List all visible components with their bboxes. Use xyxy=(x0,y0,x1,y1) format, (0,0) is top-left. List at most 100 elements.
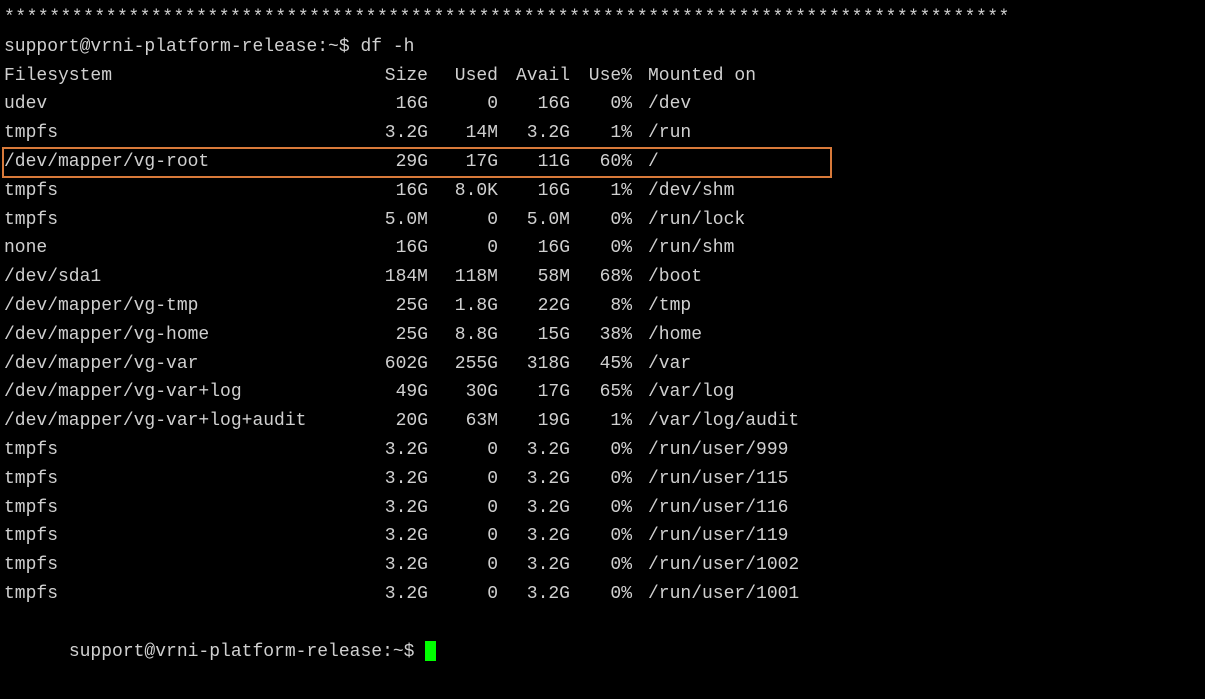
cell-filesystem: /dev/mapper/vg-var+log xyxy=(4,378,364,407)
cell-filesystem: tmpfs xyxy=(4,522,364,551)
cell-used: 0 xyxy=(434,551,504,580)
cell-used: 0 xyxy=(434,522,504,551)
cell-use: 0% xyxy=(576,234,638,263)
cell-used: 118M xyxy=(434,263,504,292)
header-avail: Avail xyxy=(504,62,576,91)
cell-filesystem: udev xyxy=(4,90,364,119)
header-used: Used xyxy=(434,62,504,91)
cell-used: 0 xyxy=(434,494,504,523)
cell-mount: /var/log/audit xyxy=(638,407,805,436)
cell-filesystem: tmpfs xyxy=(4,436,364,465)
cell-mount: /dev/shm xyxy=(638,177,805,206)
cell-avail: 3.2G xyxy=(504,119,576,148)
cell-filesystem: tmpfs xyxy=(4,206,364,235)
prompt-line[interactable]: support@vrni-platform-release:~$ xyxy=(4,609,1201,695)
cell-size: 16G xyxy=(364,234,434,263)
cell-avail: 16G xyxy=(504,177,576,206)
cell-use: 1% xyxy=(576,407,638,436)
cell-used: 63M xyxy=(434,407,504,436)
cell-avail: 17G xyxy=(504,378,576,407)
cell-mount: /run/user/1002 xyxy=(638,551,805,580)
cell-size: 3.2G xyxy=(364,465,434,494)
cell-size: 184M xyxy=(364,263,434,292)
cell-filesystem: none xyxy=(4,234,364,263)
table-row: tmpfs5.0M05.0M0%/run/lock xyxy=(4,206,805,235)
prompt-text: support@vrni-platform-release:~$ xyxy=(69,642,425,662)
table-row: tmpfs3.2G03.2G0%/run/user/1001 xyxy=(4,580,805,609)
cell-size: 3.2G xyxy=(364,551,434,580)
cell-size: 3.2G xyxy=(364,436,434,465)
table-row: none16G016G0%/run/shm xyxy=(4,234,805,263)
table-row: tmpfs3.2G03.2G0%/run/user/115 xyxy=(4,465,805,494)
table-row: tmpfs3.2G03.2G0%/run/user/116 xyxy=(4,494,805,523)
table-row: tmpfs3.2G03.2G0%/run/user/119 xyxy=(4,522,805,551)
cell-use: 1% xyxy=(576,119,638,148)
cell-avail: 58M xyxy=(504,263,576,292)
command-line: support@vrni-platform-release:~$ df -h xyxy=(4,33,1201,62)
cell-mount: /run/user/115 xyxy=(638,465,805,494)
cell-use: 68% xyxy=(576,263,638,292)
cell-avail: 3.2G xyxy=(504,465,576,494)
cell-used: 17G xyxy=(434,148,504,177)
header-mount: Mounted on xyxy=(638,62,805,91)
cell-used: 30G xyxy=(434,378,504,407)
cell-avail: 19G xyxy=(504,407,576,436)
cell-size: 3.2G xyxy=(364,580,434,609)
table-header: Filesystem Size Used Avail Use% Mounted … xyxy=(4,62,805,91)
cell-mount: /var xyxy=(638,350,805,379)
cell-filesystem: tmpfs xyxy=(4,465,364,494)
table-row: tmpfs16G8.0K16G1%/dev/shm xyxy=(4,177,805,206)
cell-used: 0 xyxy=(434,206,504,235)
cell-filesystem: /dev/sda1 xyxy=(4,263,364,292)
cell-mount: / xyxy=(638,148,805,177)
cell-mount: /dev xyxy=(638,90,805,119)
cell-mount: /run/user/1001 xyxy=(638,580,805,609)
table-row: /dev/mapper/vg-var+log49G30G17G65%/var/l… xyxy=(4,378,805,407)
cell-used: 8.8G xyxy=(434,321,504,350)
cell-size: 5.0M xyxy=(364,206,434,235)
cell-filesystem: /dev/mapper/vg-tmp xyxy=(4,292,364,321)
table-row: udev16G016G0%/dev xyxy=(4,90,805,119)
table-row: /dev/sda1184M118M58M68%/boot xyxy=(4,263,805,292)
header-use: Use% xyxy=(576,62,638,91)
cell-used: 0 xyxy=(434,436,504,465)
cell-use: 0% xyxy=(576,206,638,235)
cell-mount: /tmp xyxy=(638,292,805,321)
cell-size: 20G xyxy=(364,407,434,436)
cell-use: 0% xyxy=(576,494,638,523)
cell-size: 49G xyxy=(364,378,434,407)
cell-avail: 15G xyxy=(504,321,576,350)
cell-size: 3.2G xyxy=(364,494,434,523)
cell-used: 1.8G xyxy=(434,292,504,321)
cell-size: 602G xyxy=(364,350,434,379)
cell-filesystem: tmpfs xyxy=(4,494,364,523)
cell-use: 8% xyxy=(576,292,638,321)
cell-use: 0% xyxy=(576,465,638,494)
cell-used: 0 xyxy=(434,465,504,494)
cell-filesystem: /dev/mapper/vg-var xyxy=(4,350,364,379)
cell-avail: 11G xyxy=(504,148,576,177)
cell-avail: 16G xyxy=(504,234,576,263)
cell-mount: /run xyxy=(638,119,805,148)
header-size: Size xyxy=(364,62,434,91)
cell-used: 0 xyxy=(434,90,504,119)
cell-size: 25G xyxy=(364,321,434,350)
cell-mount: /var/log xyxy=(638,378,805,407)
cell-use: 0% xyxy=(576,580,638,609)
cell-filesystem: tmpfs xyxy=(4,177,364,206)
cell-mount: /run/user/999 xyxy=(638,436,805,465)
cell-use: 45% xyxy=(576,350,638,379)
cell-size: 3.2G xyxy=(364,522,434,551)
cell-filesystem: tmpfs xyxy=(4,580,364,609)
cell-size: 3.2G xyxy=(364,119,434,148)
cell-mount: /home xyxy=(638,321,805,350)
cell-size: 29G xyxy=(364,148,434,177)
cell-use: 1% xyxy=(576,177,638,206)
cell-mount: /run/shm xyxy=(638,234,805,263)
cursor[interactable] xyxy=(425,641,436,661)
df-table: Filesystem Size Used Avail Use% Mounted … xyxy=(4,62,805,609)
table-row: /dev/mapper/vg-var+log+audit20G63M19G1%/… xyxy=(4,407,805,436)
cell-size: 16G xyxy=(364,90,434,119)
cell-avail: 3.2G xyxy=(504,494,576,523)
cell-mount: /run/lock xyxy=(638,206,805,235)
